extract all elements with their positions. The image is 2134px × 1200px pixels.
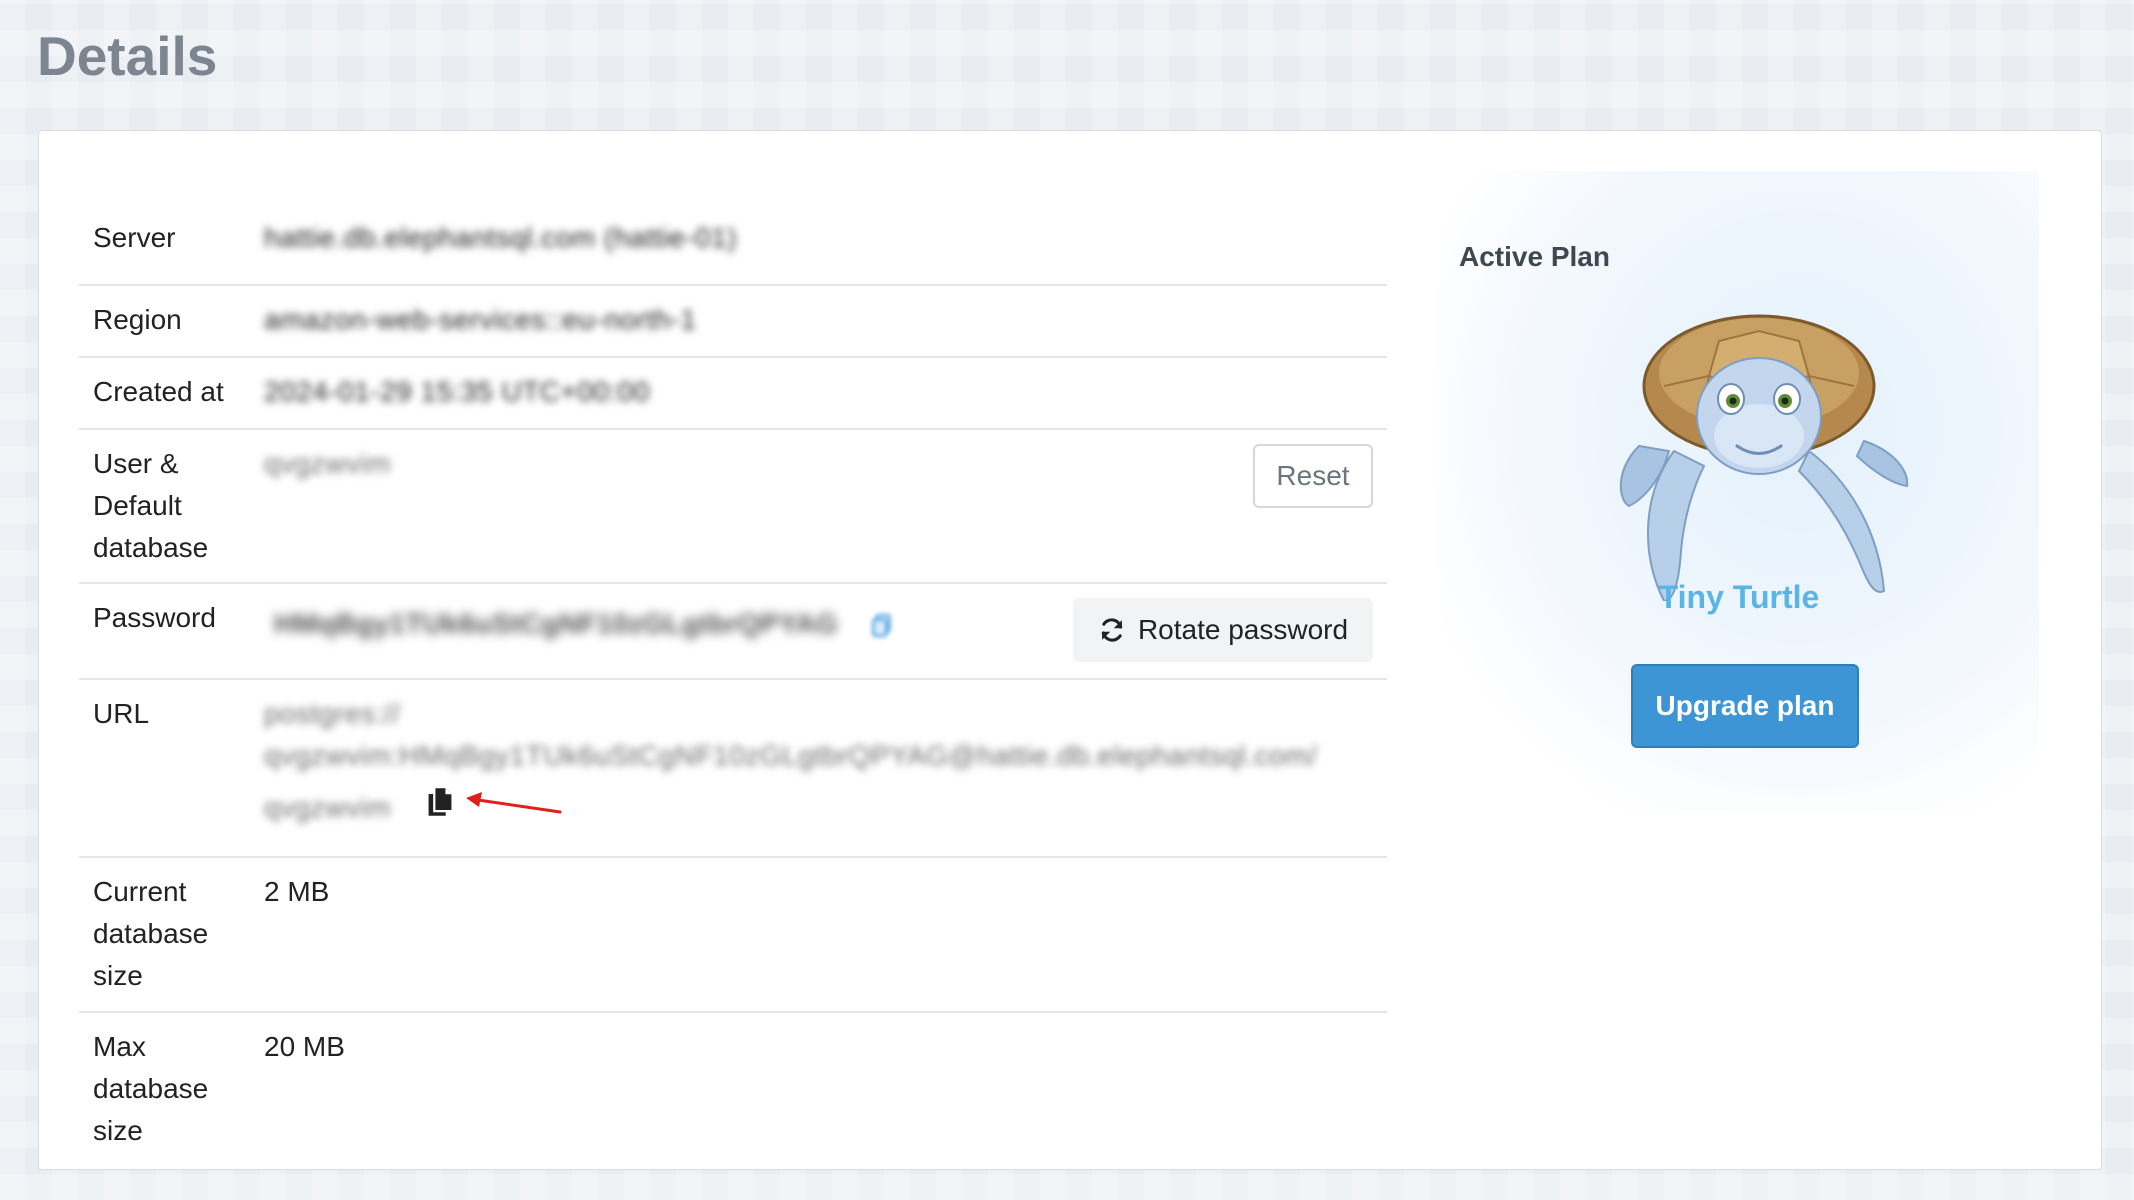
region-row: Region amazon-web-services::eu-north-1 bbox=[79, 286, 1387, 358]
max-size-label: Max database size bbox=[79, 1013, 264, 1168]
max-size-label-line: Max bbox=[93, 1031, 146, 1062]
details-table: Server hattie.db.elephantsql.com (hattie… bbox=[79, 171, 1387, 1168]
current-size-value: 2 MB bbox=[264, 876, 330, 907]
url-row: URL postgres:// qvgzwvim:HMqBgy1TUk6uStC… bbox=[79, 680, 1387, 858]
user-label-line: Default bbox=[93, 490, 182, 521]
rotate-password-button[interactable]: Rotate password bbox=[1073, 598, 1373, 662]
password-label: Password bbox=[93, 602, 216, 633]
current-size-label-line: database bbox=[93, 918, 209, 949]
max-size-row: Max database size 20 MB bbox=[79, 1013, 1387, 1168]
current-size-row: Current database size 2 MB bbox=[79, 858, 1387, 1013]
details-card: Server hattie.db.elephantsql.com (hattie… bbox=[38, 130, 2102, 1170]
refresh-icon bbox=[1101, 618, 1123, 642]
url-value-line: qvgzwvim:HMqBgy1TUk6uStCgNF10zGLgtbrQPYA… bbox=[264, 740, 1318, 771]
user-label-line: User & bbox=[93, 448, 179, 479]
created-label: Created at bbox=[93, 376, 224, 407]
password-value: HMqBgy1TUk6uStCgNF10zGLgtbrQPYAG bbox=[274, 608, 838, 639]
server-value: hattie.db.elephantsql.com (hattie-01) bbox=[264, 222, 737, 253]
user-value-cell: qvgzwvim Reset bbox=[264, 430, 1387, 582]
user-label-line: database bbox=[93, 532, 209, 563]
active-plan-heading: Active Plan bbox=[1459, 241, 1610, 272]
copy-password-icon[interactable] bbox=[869, 612, 895, 638]
region-label: Region bbox=[93, 304, 182, 335]
rotate-password-label: Rotate password bbox=[1137, 614, 1349, 645]
current-size-label: Current database size bbox=[79, 858, 264, 1011]
max-size-value: 20 MB bbox=[264, 1031, 345, 1062]
upgrade-plan-button[interactable]: Upgrade plan bbox=[1631, 664, 1859, 748]
reset-button[interactable]: Reset bbox=[1253, 444, 1373, 508]
user-label: User & Default database bbox=[79, 430, 264, 582]
server-label: Server bbox=[93, 222, 176, 253]
red-arrow-icon bbox=[466, 792, 562, 814]
url-label: URL bbox=[93, 698, 150, 729]
password-row: Password HMqBgy1TUk6uStCgNF10zGLgtbrQPYA… bbox=[79, 584, 1387, 680]
user-value: qvgzwvim bbox=[264, 448, 391, 479]
server-row: Server hattie.db.elephantsql.com (hattie… bbox=[79, 171, 1387, 286]
max-size-label-line: database bbox=[93, 1073, 209, 1104]
password-value-cell: HMqBgy1TUk6uStCgNF10zGLgtbrQPYAG Rotate … bbox=[264, 584, 1387, 678]
plan-name: Tiny Turtle bbox=[1658, 579, 1820, 615]
created-value: 2024-01-29 15:35 UTC+00:00 bbox=[264, 376, 650, 407]
url-value-cell: postgres:// qvgzwvim:HMqBgy1TUk6uStCgNF1… bbox=[264, 680, 1387, 856]
user-row: User & Default database qvgzwvim Reset bbox=[79, 430, 1387, 584]
turtle-mascot bbox=[1619, 314, 1909, 601]
copy-url-icon[interactable] bbox=[426, 786, 454, 818]
current-size-label-line: size bbox=[93, 960, 143, 991]
page-title: Details bbox=[37, 25, 218, 87]
active-plan-panel: Active Plan Tiny Turtle Upgrade plan bbox=[1439, 171, 2039, 811]
url-value-line: postgres:// bbox=[264, 698, 401, 729]
created-row: Created at 2024-01-29 15:35 UTC+00:00 bbox=[79, 358, 1387, 430]
max-size-label-line: size bbox=[93, 1115, 143, 1146]
region-value: amazon-web-services::eu-north-1 bbox=[264, 304, 697, 335]
current-size-label-line: Current bbox=[93, 876, 187, 907]
